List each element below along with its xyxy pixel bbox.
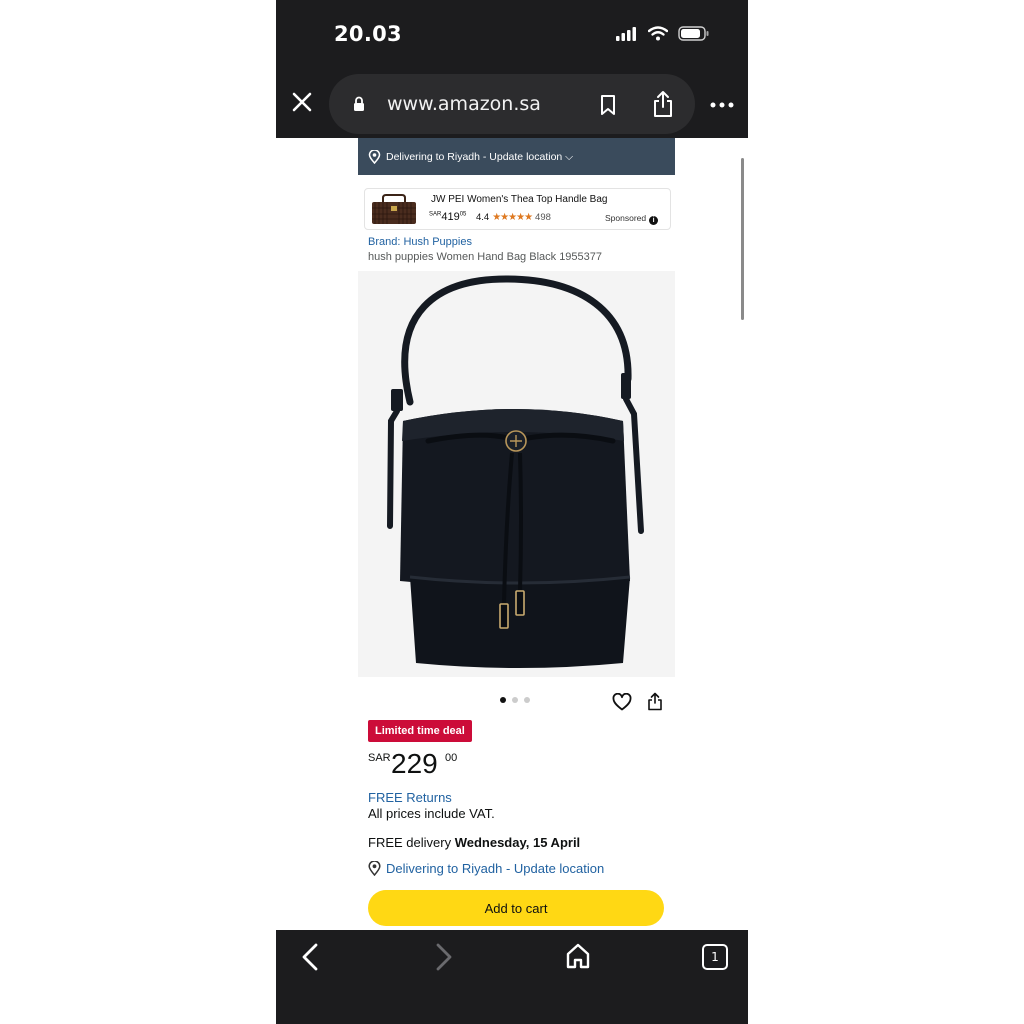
product-title: hush puppies Women Hand Bag Black 195537… <box>368 251 603 263</box>
lock-icon <box>354 96 364 111</box>
sponsored-label: Sponsored i <box>605 213 659 225</box>
ad-review-count: 498 <box>535 212 551 223</box>
price-whole: 229 <box>391 748 438 779</box>
ad-price-currency: SAR <box>429 211 442 218</box>
sponsored-ad-banner[interactable]: JW PEI Women's Thea Top Handle Bag SAR41… <box>364 188 671 230</box>
location-pin-icon <box>368 150 381 164</box>
browser-toolbar: www.amazon.sa <box>276 72 748 138</box>
ad-rating-value: 4.4 <box>476 212 490 223</box>
limited-time-deal-badge: Limited time deal <box>368 720 472 742</box>
scrollbar[interactable] <box>741 158 744 320</box>
ad-price-fraction: 05 <box>459 211 467 218</box>
product-image[interactable] <box>358 271 675 677</box>
info-icon[interactable]: i <box>649 216 659 225</box>
carousel-dot-3[interactable] <box>524 697 530 703</box>
cellular-signal-icon <box>616 26 636 41</box>
ad-star-rating: ★★★★★ <box>492 212 533 223</box>
wifi-icon <box>648 26 668 41</box>
brand-link[interactable]: Brand: Hush Puppies <box>368 236 472 248</box>
more-options-icon[interactable] <box>710 102 734 108</box>
ad-title[interactable]: JW PEI Women's Thea Top Handle Bag <box>431 194 607 205</box>
web-page: Delivering to Riyadh - Update location ⌵… <box>276 138 748 930</box>
tabs-button[interactable]: 1 <box>702 944 728 970</box>
url-text[interactable]: www.amazon.sa <box>387 93 541 115</box>
sponsored-label-text: Sponsored <box>605 213 647 223</box>
back-icon[interactable] <box>300 942 320 972</box>
close-icon[interactable] <box>290 90 314 114</box>
delivery-location-bar[interactable]: Delivering to Riyadh - Update location ⌵ <box>358 138 675 175</box>
delivery-location-link-text[interactable]: Delivering to Riyadh - Update location <box>386 861 604 876</box>
heart-icon[interactable] <box>612 693 632 711</box>
price-fraction: 00 <box>445 752 458 764</box>
forward-icon[interactable] <box>434 942 454 972</box>
address-bar[interactable]: www.amazon.sa <box>329 74 695 134</box>
delivery-date: Wednesday, 15 April <box>454 835 581 850</box>
delivery-info: FREE delivery Wednesday, 15 April <box>368 835 580 850</box>
ad-rating: 4.4 ★★★★★ 498 <box>476 212 551 223</box>
price-currency: SAR <box>368 752 391 764</box>
product-share-icon[interactable] <box>647 692 663 711</box>
delivery-location-text[interactable]: Delivering to Riyadh - Update location ⌵ <box>386 151 573 164</box>
delivery-prefix: FREE delivery <box>368 835 455 850</box>
share-icon[interactable] <box>651 90 675 118</box>
home-icon[interactable] <box>566 942 590 970</box>
bookmark-icon[interactable] <box>599 94 617 116</box>
vat-note: All prices include VAT. <box>368 806 495 821</box>
carousel-dot-2[interactable] <box>512 697 518 703</box>
ad-price: SAR41905 <box>429 211 466 223</box>
battery-icon <box>678 26 709 41</box>
free-returns-link[interactable]: FREE Returns <box>368 790 452 805</box>
carousel-dot-1[interactable] <box>500 697 506 703</box>
system-icons <box>616 26 710 41</box>
status-bar: 20.03 <box>276 0 748 72</box>
add-to-cart-button[interactable]: Add to cart <box>368 890 664 926</box>
location-pin-icon <box>368 861 381 876</box>
phone-screen: 20.03 www.amazon.sa Delivering to Riyadh… <box>276 0 748 1024</box>
ad-product-thumbnail[interactable] <box>369 193 419 225</box>
ad-price-whole: 419 <box>441 211 460 223</box>
browser-bottom-bar: 1 <box>276 930 748 1024</box>
clock: 20.03 <box>334 22 402 46</box>
image-carousel-dots[interactable] <box>500 697 530 703</box>
